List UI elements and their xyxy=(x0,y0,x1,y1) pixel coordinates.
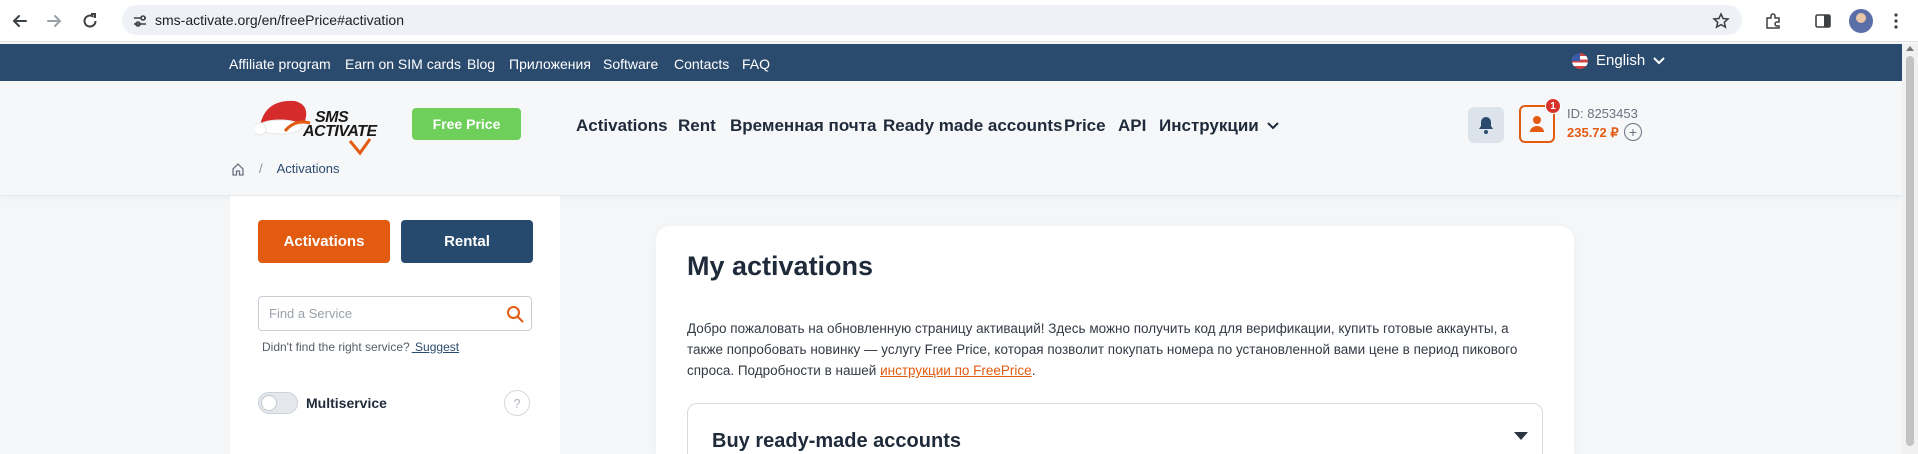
nav-temp-mail[interactable]: Временная почта xyxy=(730,116,876,136)
scroll-up-arrow-icon[interactable] xyxy=(1906,46,1914,51)
us-flag-icon xyxy=(1572,52,1588,69)
forward-arrow-icon[interactable] xyxy=(42,9,66,33)
user-id: ID: 8253453 xyxy=(1567,106,1638,121)
accordion-title: Buy ready-made accounts xyxy=(712,430,961,452)
browser-toolbar: sms-activate.org/en/freePrice#activation xyxy=(0,0,1918,42)
nav-rent[interactable]: Rent xyxy=(678,116,716,136)
language-label: English xyxy=(1596,52,1646,69)
multiservice-help-button[interactable]: ? xyxy=(504,390,530,416)
top-navigation: Affiliate program Earn on SIM cards Blog… xyxy=(0,44,1902,81)
back-arrow-icon[interactable] xyxy=(8,9,32,33)
side-panel-icon[interactable] xyxy=(1811,9,1835,33)
hint-text: Didn't find the right service? xyxy=(262,340,410,354)
activations-tab-button[interactable]: Activations xyxy=(258,220,390,263)
sms-activate-logo[interactable]: SMS ACTIVATE xyxy=(253,91,390,156)
user-icon xyxy=(1530,116,1544,132)
reload-icon[interactable] xyxy=(78,9,102,33)
breadcrumb-separator: / xyxy=(259,161,263,176)
services-sidebar: Activations Rental Didn't find the right… xyxy=(230,196,560,454)
nav-api[interactable]: API xyxy=(1118,116,1146,136)
logo-text: SMS ACTIVATE xyxy=(303,109,377,140)
breadcrumb: / Activations xyxy=(231,161,340,176)
nav-activations[interactable]: Activations xyxy=(576,116,668,136)
notifications-button[interactable] xyxy=(1468,107,1504,143)
service-hint: Didn't find the right service? Suggest xyxy=(262,340,459,354)
topnav-link-earn-sim[interactable]: Earn on SIM cards xyxy=(345,56,461,72)
page-scrollbar[interactable] xyxy=(1902,44,1918,454)
topnav-link-affiliate[interactable]: Affiliate program xyxy=(229,56,331,72)
page-title: My activations xyxy=(687,251,874,281)
free-price-button[interactable]: Free Price xyxy=(412,108,521,140)
search-icon[interactable] xyxy=(505,304,525,324)
service-search-input[interactable] xyxy=(269,297,499,330)
nav-price[interactable]: Price xyxy=(1064,116,1106,136)
site-header: SMS ACTIVATE Free Price Activations Rent… xyxy=(0,81,1902,196)
suggest-link[interactable]: Suggest xyxy=(412,340,459,354)
multiservice-label: Multiservice xyxy=(306,395,387,411)
nav-ready-accounts[interactable]: Ready made accounts xyxy=(883,116,1063,136)
balance: 235.72 ₽ xyxy=(1567,125,1619,140)
ready-accounts-accordion[interactable]: Buy ready-made accounts xyxy=(687,403,1543,454)
site-settings-icon[interactable] xyxy=(128,9,152,33)
topnav-link-blog[interactable]: Blog xyxy=(467,56,495,72)
chevron-down-icon xyxy=(1514,432,1528,440)
instructions-chevron-down-icon[interactable] xyxy=(1267,122,1279,130)
chevron-down-icon xyxy=(1653,56,1665,64)
extensions-icon[interactable] xyxy=(1761,9,1785,33)
star-icon[interactable] xyxy=(1709,9,1733,33)
topnav-link-apps[interactable]: Приложения xyxy=(509,56,591,72)
topnav-link-software[interactable]: Software xyxy=(603,56,658,72)
bell-icon xyxy=(1479,117,1493,134)
multiservice-toggle[interactable] xyxy=(258,392,298,414)
topnav-link-contacts[interactable]: Contacts xyxy=(674,56,729,72)
home-icon[interactable] xyxy=(231,162,245,176)
rental-tab-button[interactable]: Rental xyxy=(401,220,533,263)
add-balance-button[interactable]: + xyxy=(1624,123,1642,141)
activations-description: Добро пожаловать на обновленную страницу… xyxy=(687,321,1518,378)
language-selector[interactable]: English xyxy=(1572,52,1665,69)
freeprice-instructions-link[interactable]: инструкции по FreePrice xyxy=(880,363,1032,378)
nav-instructions[interactable]: Инструкции xyxy=(1159,116,1259,136)
more-menu-icon[interactable] xyxy=(1884,9,1908,33)
scroll-thumb[interactable] xyxy=(1906,56,1914,446)
activations-card: My activations Добро пожаловать на обнов… xyxy=(656,226,1574,454)
breadcrumb-current: Activations xyxy=(276,161,340,176)
url-text[interactable]: sms-activate.org/en/freePrice#activation xyxy=(155,12,404,28)
service-search xyxy=(258,296,532,331)
toggle-knob xyxy=(261,395,277,411)
profile-avatar[interactable] xyxy=(1849,9,1873,33)
notification-badge: 1 xyxy=(1545,98,1561,114)
topnav-link-faq[interactable]: FAQ xyxy=(742,56,770,72)
